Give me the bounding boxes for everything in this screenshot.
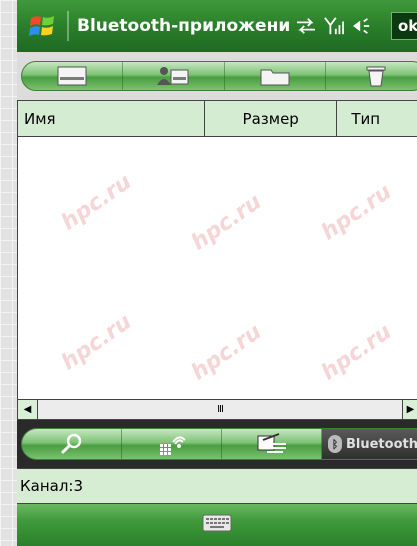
title-separator: [67, 11, 69, 41]
file-list[interactable]: Имя Размер Тип ◀ III ▶: [17, 100, 417, 420]
horizontal-scrollbar[interactable]: ◀ III ▶: [18, 399, 417, 419]
list-body[interactable]: [18, 137, 417, 399]
tab-devices[interactable]: [122, 429, 222, 459]
trash-icon: [366, 66, 386, 87]
scroll-right-arrow-icon[interactable]: ▶: [403, 400, 417, 419]
column-header-type[interactable]: Тип: [337, 101, 417, 136]
volume-icon[interactable]: [348, 11, 376, 41]
list-header: Имя Размер Тип: [18, 101, 417, 137]
folder-icon: [260, 69, 290, 86]
window-title: Bluetooth-приложени: [77, 16, 291, 36]
tab-transfer[interactable]: [222, 429, 322, 459]
scroll-thumb[interactable]: III: [38, 400, 403, 419]
card-icon: [57, 66, 87, 86]
contact-icon: [157, 67, 189, 85]
softkey-bar: [17, 504, 417, 546]
toolbar-folder-button[interactable]: [225, 62, 326, 90]
toolbar-contact-button[interactable]: [123, 62, 225, 90]
toolbar-card-button[interactable]: [22, 62, 124, 90]
scroll-left-arrow-icon[interactable]: ◀: [18, 400, 38, 419]
signal-strength-icon[interactable]: [320, 11, 348, 41]
file-transfer-icon: [257, 433, 286, 453]
search-icon: [60, 433, 81, 455]
grid-connection-icon: [159, 436, 186, 455]
tab-search[interactable]: [22, 429, 122, 459]
column-header-size[interactable]: Размер: [205, 101, 338, 136]
device-screen: Bluetooth-приложени ok Имя Размер Тип ◀ …: [17, 0, 417, 546]
tab-bluetooth[interactable]: ᛒ Bluetooth: [322, 429, 417, 459]
toolbar-delete-button[interactable]: [326, 62, 417, 90]
windows-start-icon[interactable]: [17, 0, 67, 52]
bottom-tab-strip: ᛒ Bluetooth: [17, 420, 417, 468]
title-bar: Bluetooth-приложени ok: [17, 0, 417, 52]
channel-status: Канал:3: [17, 468, 417, 504]
tab-bluetooth-label: Bluetooth: [346, 436, 417, 452]
top-toolbar: [17, 52, 417, 100]
column-header-name[interactable]: Имя: [18, 101, 206, 136]
keyboard-icon[interactable]: [202, 513, 232, 537]
sync-arrows-icon[interactable]: [292, 11, 320, 41]
bluetooth-icon: ᛒ: [328, 435, 342, 453]
ok-button[interactable]: ok: [391, 12, 417, 40]
